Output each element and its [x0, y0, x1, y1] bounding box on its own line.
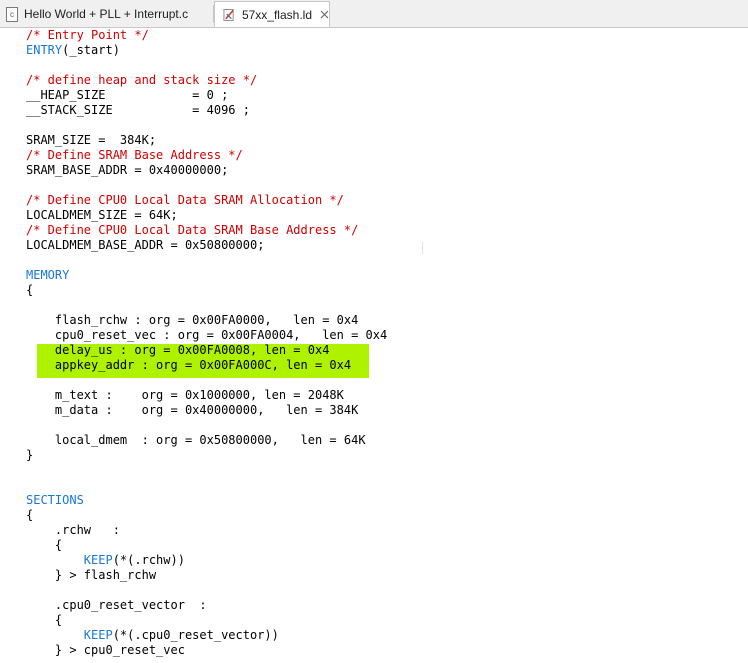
- code-line: .rchw :: [26, 523, 387, 538]
- code-line: cpu0_reset_vec : org = 0x00FA0004, len =…: [26, 328, 387, 343]
- code-text: {: [26, 283, 34, 297]
- code-keyword: ENTRY: [26, 43, 63, 57]
- code-line: /* Define SRAM Base Address */: [26, 148, 387, 163]
- code-text: (*(.rchw)): [112, 553, 185, 567]
- close-icon[interactable]: [320, 10, 329, 19]
- code-line: } > flash_rchw: [26, 568, 387, 583]
- linker-file-icon: [223, 8, 234, 21]
- code-line: /* Entry Point */: [26, 28, 387, 43]
- code-line: delay_us : org = 0x00FA0008, len = 0x4: [26, 343, 387, 358]
- tab-57xx-flash-ld[interactable]: 57xx_flash.ld: [214, 1, 330, 27]
- code-text: .cpu0_reset_vector :: [26, 598, 207, 612]
- code-text: delay_us : org = 0x00FA0008, len = 0x4: [26, 343, 330, 357]
- code-text: } > flash_rchw: [26, 568, 157, 582]
- code-line: /* Define CPU0 Local Data SRAM Base Addr…: [26, 223, 387, 238]
- code-comment: /* Define CPU0 Local Data SRAM Base Addr…: [26, 223, 359, 237]
- code-line: m_data : org = 0x40000000, len = 384K: [26, 403, 387, 418]
- tab-hello-world-c[interactable]: c Hello World + PLL + Interrupt.c: [0, 2, 212, 26]
- code-line: local_dmem : org = 0x50800000, len = 64K: [26, 433, 387, 448]
- code-keyword: KEEP: [83, 628, 113, 642]
- code-editor[interactable]: /* Entry Point */ENTRY(_start) /* define …: [0, 28, 748, 663]
- editor-tab-bar: c Hello World + PLL + Interrupt.c 57xx_f…: [0, 0, 748, 28]
- tab-label: 57xx_flash.ld: [241, 7, 312, 22]
- code-line: MEMORY: [26, 268, 387, 283]
- code-line: appkey_addr : org = 0x00FA000C, len = 0x…: [26, 358, 387, 373]
- code-keyword: KEEP: [83, 553, 113, 567]
- code-line: KEEP(*(.cpu0_reset_vector)): [26, 628, 387, 643]
- code-line: {: [26, 613, 387, 628]
- code-text: flash_rchw : org = 0x00FA0000, len = 0x4: [26, 313, 359, 327]
- code-text: appkey_addr : org = 0x00FA000C, len = 0x…: [26, 358, 352, 372]
- code-comment: /* Define SRAM Base Address */: [26, 148, 243, 162]
- code-text: (*(.cpu0_reset_vector)): [112, 628, 279, 642]
- code-line: }: [26, 448, 387, 463]
- code-line: __STACK_SIZE = 4096 ;: [26, 103, 387, 118]
- code-text: local_dmem : org = 0x50800000, len = 64K: [26, 433, 366, 447]
- code-line: SRAM_SIZE = 384K;: [26, 133, 387, 148]
- code-text: } > cpu0_reset_vec: [26, 643, 185, 657]
- code-line: {: [26, 508, 387, 523]
- code-text: cpu0_reset_vec : org = 0x00FA0004, len =…: [26, 328, 388, 342]
- code-line: SECTIONS: [26, 493, 387, 508]
- code-text: SRAM_BASE_ADDR = 0x40000000;: [26, 163, 229, 177]
- code-line: {: [26, 538, 387, 553]
- code-text: m_data : org = 0x40000000, len = 384K: [26, 403, 359, 417]
- code-keyword: SECTIONS: [26, 493, 84, 507]
- code-line: __HEAP_SIZE = 0 ;: [26, 88, 387, 103]
- code-line: LOCALDMEM_BASE_ADDR = 0x50800000;: [26, 238, 387, 253]
- code-text: .rchw :: [26, 523, 120, 537]
- code-line: /* Define CPU0 Local Data SRAM Allocatio…: [26, 193, 387, 208]
- code-text: (_start): [62, 43, 120, 57]
- code-text: {: [26, 508, 34, 522]
- code-comment: /* Define CPU0 Local Data SRAM Allocatio…: [26, 193, 344, 207]
- code-text: __HEAP_SIZE = 0 ;: [26, 88, 229, 102]
- code-line: /* define heap and stack size */: [26, 73, 387, 88]
- code-comment: /* Entry Point */: [26, 28, 149, 42]
- code-text: __STACK_SIZE = 4096 ;: [26, 103, 250, 117]
- code-comment: /* define heap and stack size */: [26, 73, 258, 87]
- tab-label: Hello World + PLL + Interrupt.c: [24, 7, 189, 21]
- code-text: SRAM_SIZE = 384K;: [26, 133, 157, 147]
- code-line: } > cpu0_reset_vec: [26, 643, 387, 658]
- text-cursor: [422, 242, 423, 254]
- code-line: ENTRY(_start): [26, 43, 387, 58]
- code-line: flash_rchw : org = 0x00FA0000, len = 0x4: [26, 313, 387, 328]
- code-keyword: MEMORY: [26, 268, 70, 282]
- code-text: {: [26, 613, 63, 627]
- code-line: LOCALDMEM_SIZE = 64K;: [26, 208, 387, 223]
- code-line: SRAM_BASE_ADDR = 0x40000000;: [26, 163, 387, 178]
- code-text: LOCALDMEM_BASE_ADDR = 0x50800000;: [26, 238, 265, 252]
- code-text: }: [26, 448, 34, 462]
- code-line: {: [26, 283, 387, 298]
- code-line: m_text : org = 0x1000000, len = 2048K: [26, 388, 387, 403]
- code-text: m_text : org = 0x1000000, len = 2048K: [26, 388, 344, 402]
- code-line: KEEP(*(.rchw)): [26, 553, 387, 568]
- code-text: {: [26, 538, 63, 552]
- code-text: LOCALDMEM_SIZE = 64K;: [26, 208, 178, 222]
- code-line: .cpu0_reset_vector :: [26, 598, 387, 613]
- c-file-icon: c: [6, 6, 18, 22]
- code-content: /* Entry Point */ENTRY(_start) /* define …: [26, 28, 387, 658]
